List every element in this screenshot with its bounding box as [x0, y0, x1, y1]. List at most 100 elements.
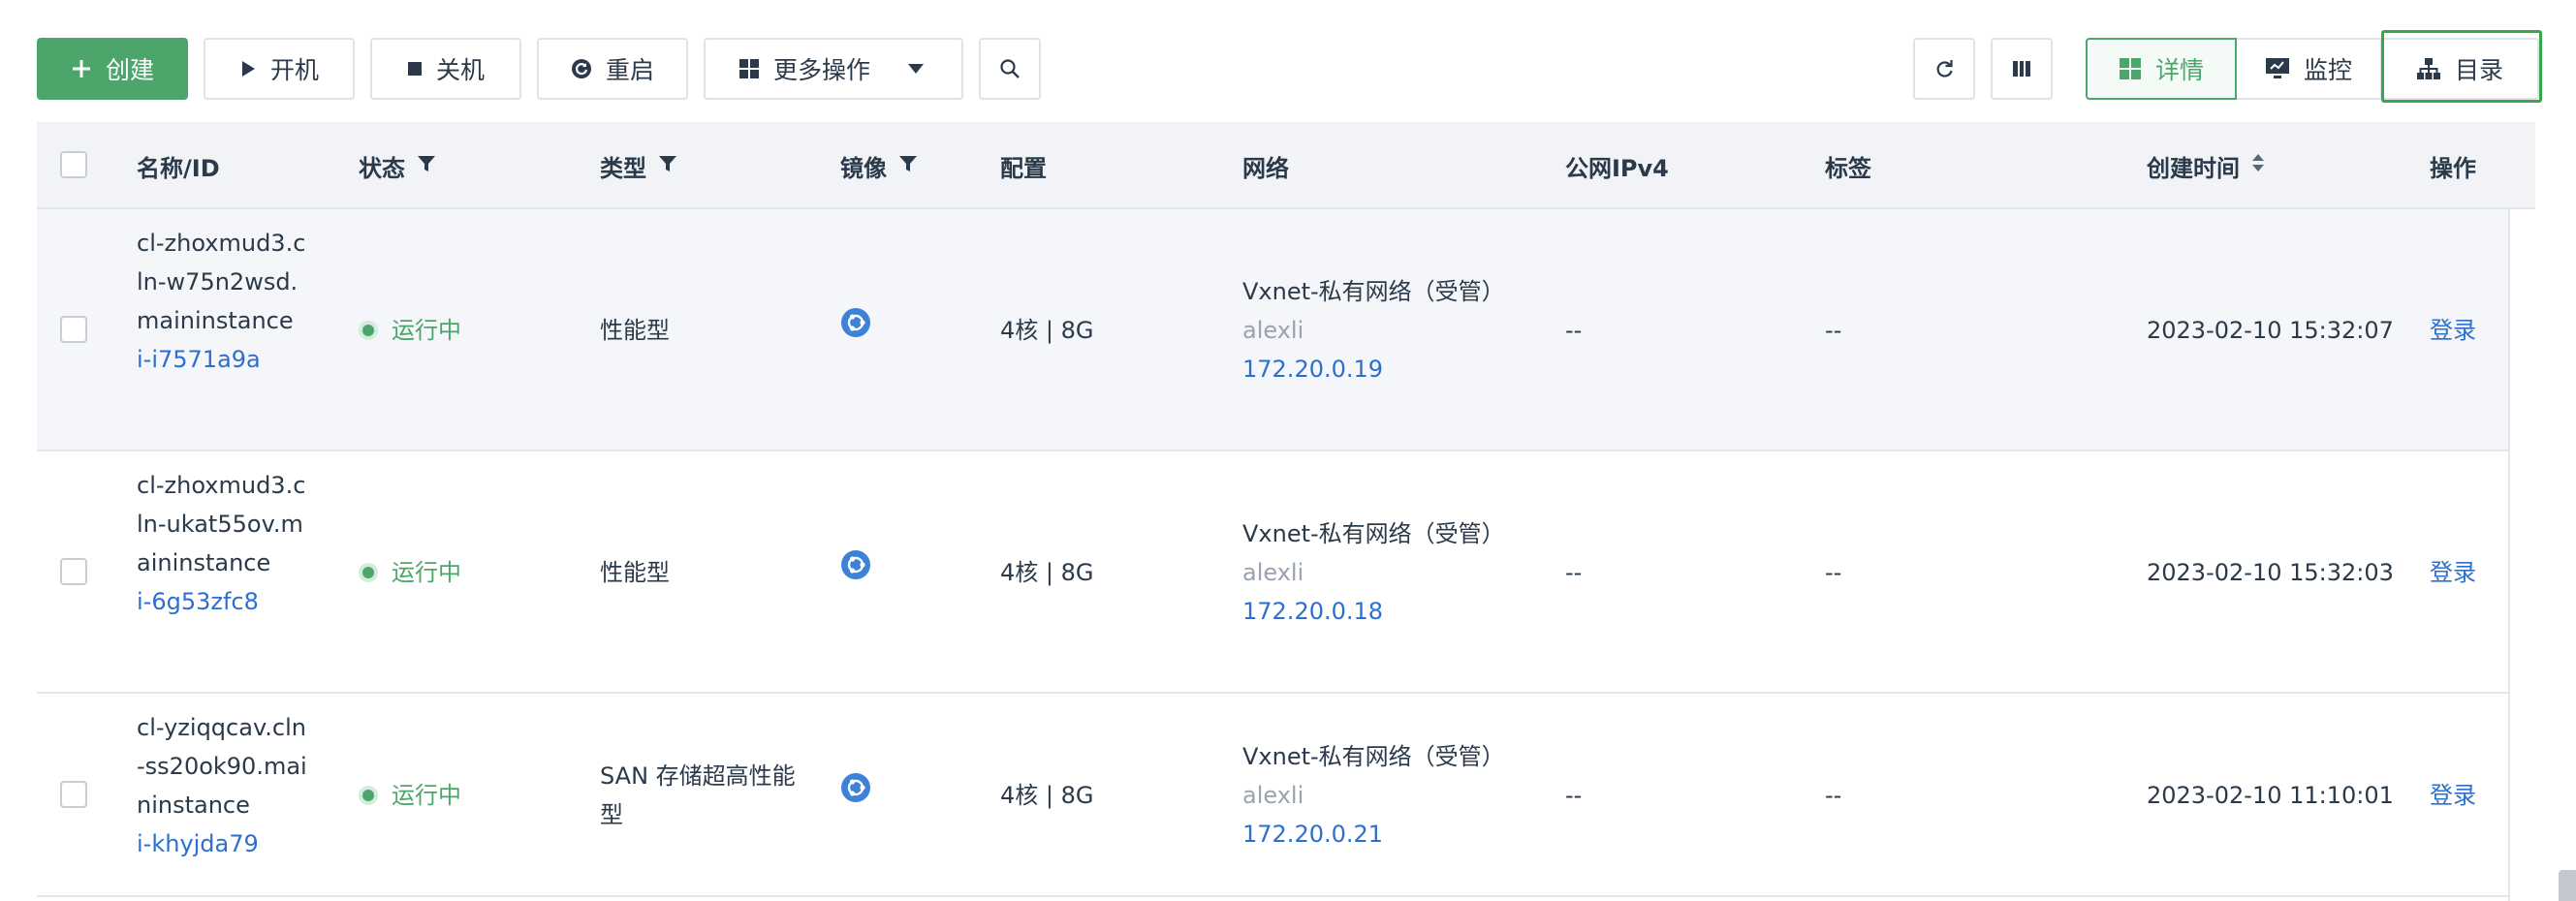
type-cell: 性能型	[600, 317, 670, 344]
tags-cell: --	[1825, 559, 1842, 586]
column-image-label: 镜像	[840, 154, 887, 182]
config-cell: 4核 | 8G	[1000, 559, 1094, 586]
columns-icon	[2012, 59, 2031, 78]
ipv4-cell: --	[1565, 782, 1583, 809]
network-cell: Vxnet-私有网络（受管） alexli 172.20.0.18	[1242, 514, 1505, 631]
search-icon	[999, 58, 1021, 79]
row-checkbox[interactable]	[60, 316, 87, 343]
column-network: 网络	[1242, 122, 1289, 209]
table-row[interactable]: cl-yziqqcav.cln-ss20ok90.maininstance i-…	[37, 694, 2508, 897]
status-dot	[362, 325, 374, 336]
filter-icon[interactable]	[898, 152, 918, 179]
tab-catalog[interactable]: 目录	[2382, 38, 2539, 100]
column-actions-label: 操作	[2430, 154, 2476, 182]
filter-icon[interactable]	[417, 152, 436, 179]
instance-name-cell: cl-yziqqcav.cln-ss20ok90.maininstance i-…	[137, 708, 311, 863]
scrollbar-thumb[interactable]	[2559, 870, 2576, 901]
column-image: 镜像	[840, 122, 918, 209]
ubuntu-icon	[841, 550, 870, 591]
status-text: 运行中	[392, 559, 461, 586]
instance-id-link[interactable]: i-khyjda79	[137, 824, 311, 863]
instance-id-link[interactable]: i-6g53zfc8	[137, 582, 311, 621]
tab-catalog-label: 目录	[2454, 56, 2503, 84]
instance-id-link[interactable]: i-i7571a9a	[137, 340, 311, 379]
scrollbar-track[interactable]	[2508, 209, 2510, 901]
row-checkbox[interactable]	[60, 558, 87, 585]
column-tags-label: 标签	[1825, 154, 1871, 182]
start-button[interactable]: 开机	[204, 38, 355, 100]
create-label: 创建	[105, 56, 154, 84]
stop-icon	[407, 61, 423, 77]
plus-icon	[71, 58, 92, 79]
column-config: 配置	[1000, 122, 1047, 209]
login-link[interactable]: 登录	[2430, 776, 2476, 815]
start-label: 开机	[269, 56, 319, 84]
column-type: 类型	[600, 122, 677, 209]
select-all-checkbox[interactable]	[60, 151, 87, 178]
type-cell: 性能型	[600, 559, 670, 586]
stop-label: 关机	[435, 56, 485, 84]
table-row[interactable]: cl-zhoxmud3.cln-w75n2wsd.maininstance i-…	[37, 209, 2508, 451]
row-checkbox[interactable]	[60, 781, 87, 808]
more-actions-dropdown[interactable]: 更多操作	[704, 38, 963, 100]
toolbar: 创建 开机 关机 重启 更多操作 详情 监控 目录	[0, 0, 2576, 122]
config-cell: 4核 | 8G	[1000, 317, 1094, 344]
instance-name: cl-yziqqcav.cln-ss20ok90.maininstance	[137, 714, 307, 819]
column-settings-button[interactable]	[1991, 38, 2053, 100]
refresh-icon	[1933, 58, 1955, 79]
refresh-button[interactable]	[1913, 38, 1975, 100]
column-tags: 标签	[1825, 122, 1871, 209]
column-config-label: 配置	[1000, 154, 1047, 182]
tab-detail-label: 详情	[2154, 56, 2204, 84]
instance-name-cell: cl-zhoxmud3.cln-w75n2wsd.maininstance i-…	[137, 224, 311, 379]
tab-detail[interactable]: 详情	[2086, 38, 2237, 100]
grid-icon	[2119, 57, 2142, 80]
network-cell: Vxnet-私有网络（受管） alexli 172.20.0.21	[1242, 737, 1505, 854]
column-ipv4-label: 公网IPv4	[1565, 154, 1669, 182]
search-button[interactable]	[979, 38, 1041, 100]
type-cell: SAN 存储超高性能型	[600, 762, 796, 828]
column-status-label: 状态	[359, 154, 405, 182]
config-cell: 4核 | 8G	[1000, 782, 1094, 809]
column-name-label: 名称/ID	[137, 154, 220, 182]
create-button[interactable]: 创建	[37, 38, 188, 100]
filter-icon[interactable]	[658, 152, 677, 179]
instance-name: cl-zhoxmud3.cln-ukat55ov.maininstance	[137, 472, 306, 576]
status-dot	[362, 567, 374, 578]
login-link[interactable]: 登录	[2430, 553, 2476, 592]
column-name: 名称/ID	[137, 122, 220, 209]
private-ip-link[interactable]: 172.20.0.18	[1242, 592, 1505, 631]
status-dot	[362, 790, 374, 801]
restart-label: 重启	[605, 56, 654, 84]
instance-name: cl-zhoxmud3.cln-w75n2wsd.maininstance	[137, 230, 306, 334]
private-ip-link[interactable]: 172.20.0.21	[1242, 815, 1505, 854]
sort-icon[interactable]	[2251, 152, 2265, 179]
network-cell: Vxnet-私有网络（受管） alexli 172.20.0.19	[1242, 272, 1505, 388]
status-badge: 运行中	[362, 776, 461, 815]
created-time: 2023-02-10 11:10:01	[2147, 782, 2394, 809]
column-type-label: 类型	[600, 154, 646, 182]
status-text: 运行中	[392, 317, 461, 344]
column-status: 状态	[359, 122, 436, 209]
column-ipv4: 公网IPv4	[1565, 122, 1669, 209]
grid-icon	[738, 58, 760, 79]
private-ip-link[interactable]: 172.20.0.19	[1242, 350, 1505, 388]
network-owner: alexli	[1242, 317, 1304, 344]
more-actions-label: 更多操作	[773, 56, 871, 84]
table-header: 名称/ID 状态 类型 镜像 配置 网络 公网IPv4 标签 创建时间 操作	[37, 122, 2535, 209]
play-icon	[239, 59, 257, 78]
stop-button[interactable]: 关机	[370, 38, 521, 100]
login-link[interactable]: 登录	[2430, 311, 2476, 350]
hierarchy-icon	[2416, 57, 2441, 80]
created-time: 2023-02-10 15:32:07	[2147, 317, 2394, 344]
network-name: Vxnet-私有网络（受管）	[1242, 743, 1505, 770]
tags-cell: --	[1825, 782, 1842, 809]
restart-button[interactable]: 重启	[537, 38, 688, 100]
tab-monitor[interactable]: 监控	[2237, 38, 2382, 100]
column-created[interactable]: 创建时间	[2147, 122, 2265, 209]
ubuntu-icon	[841, 773, 870, 814]
caret-down-icon	[907, 63, 925, 75]
table-row[interactable]: cl-zhoxmud3.cln-ukat55ov.maininstance i-…	[37, 451, 2508, 694]
restart-icon	[571, 58, 592, 79]
network-name: Vxnet-私有网络（受管）	[1242, 278, 1505, 305]
